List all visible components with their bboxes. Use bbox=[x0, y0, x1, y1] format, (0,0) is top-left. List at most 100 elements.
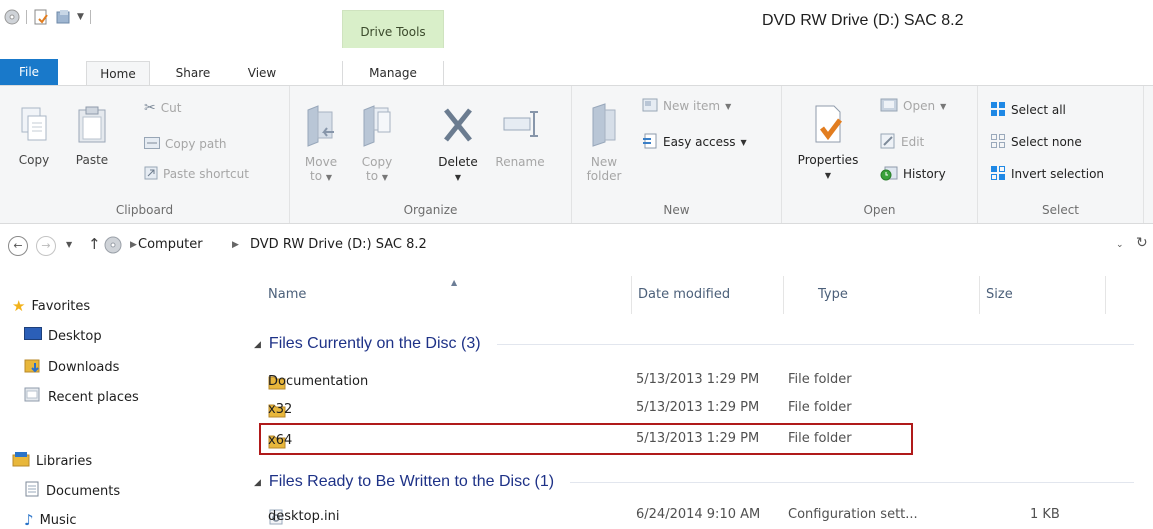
paste-button[interactable]: Paste bbox=[70, 106, 114, 167]
table-row[interactable]: x32 5/13/2013 1:29 PM File folder bbox=[260, 396, 1140, 419]
invert-selection-icon bbox=[990, 165, 1006, 184]
organize-group-label: Organize bbox=[403, 203, 458, 217]
select-all-label: Select all bbox=[1011, 103, 1066, 117]
new-folder-button[interactable]: New folder bbox=[582, 102, 626, 183]
new-group: New folder New item ▼ Easy access ▼ New bbox=[572, 86, 782, 223]
nav-music[interactable]: ♪ Music bbox=[24, 511, 77, 529]
group-header-current-files[interactable]: ◢ Files Currently on the Disc (3) bbox=[254, 332, 1134, 356]
delete-label: Delete bbox=[438, 155, 478, 169]
tab-home[interactable]: Home bbox=[86, 61, 150, 87]
new-folder-icon[interactable] bbox=[55, 9, 71, 25]
collapse-triangle-icon[interactable]: ◢ bbox=[254, 477, 261, 488]
row-type: File folder bbox=[788, 400, 852, 415]
nav-documents[interactable]: Documents bbox=[24, 481, 120, 501]
history-button[interactable]: History bbox=[880, 164, 946, 184]
disc-icon[interactable] bbox=[4, 9, 20, 25]
window-title: DVD RW Drive (D:) SAC 8.2 bbox=[762, 12, 964, 29]
edit-button[interactable]: Edit bbox=[880, 132, 924, 152]
move-to-label-2: to ▼ bbox=[310, 169, 332, 183]
paste-shortcut-button[interactable]: Paste shortcut bbox=[144, 164, 249, 184]
address-bar: ← → ▼ ↑ ▶ Computer ▶ DVD RW Drive (D:) S… bbox=[0, 230, 1153, 262]
row-type: File folder bbox=[788, 372, 852, 387]
paste-shortcut-icon bbox=[144, 166, 158, 183]
clipboard-group: Copy Paste ✂ Cut Copy path Paste shortcu… bbox=[0, 86, 290, 223]
row-name: desktop.ini bbox=[268, 509, 340, 524]
refresh-icon[interactable]: ↻ bbox=[1136, 235, 1148, 251]
breadcrumb-separator-icon[interactable]: ▶ bbox=[130, 240, 137, 250]
open-button[interactable]: Open ▼ bbox=[880, 96, 946, 116]
location-disc-icon bbox=[104, 236, 122, 258]
nav-downloads[interactable]: Downloads bbox=[24, 357, 119, 377]
edit-label: Edit bbox=[901, 135, 925, 149]
column-header-type[interactable]: Type bbox=[784, 276, 980, 314]
breadcrumb-separator-icon[interactable]: ▶ bbox=[232, 240, 239, 250]
easy-access-button[interactable]: Easy access ▼ bbox=[642, 132, 747, 152]
nav-desktop-label: Desktop bbox=[48, 328, 102, 344]
select-all-button[interactable]: Select all bbox=[990, 100, 1066, 120]
copy-path-button[interactable]: Copy path bbox=[144, 134, 227, 154]
rename-button[interactable]: Rename bbox=[492, 102, 548, 169]
column-header-date[interactable]: Date modified bbox=[632, 276, 784, 314]
highlight-box bbox=[259, 423, 913, 455]
copy-path-icon bbox=[144, 136, 160, 152]
group-divider bbox=[496, 343, 1134, 345]
paste-shortcut-label: Paste shortcut bbox=[163, 167, 249, 181]
tab-share[interactable]: Share bbox=[158, 61, 228, 86]
properties-large-icon bbox=[810, 104, 846, 149]
forward-arrow-icon[interactable]: → bbox=[36, 236, 56, 256]
file-list: Name ▲ Date modified Type Size ◢ Files C… bbox=[240, 276, 1153, 529]
desktop-icon bbox=[24, 327, 42, 345]
properties-button[interactable]: Properties ▼ bbox=[790, 104, 866, 183]
nav-desktop[interactable]: Desktop bbox=[24, 327, 102, 345]
cut-button[interactable]: ✂ Cut bbox=[144, 98, 181, 118]
copy-to-label-1: Copy bbox=[361, 155, 393, 169]
invert-selection-button[interactable]: Invert selection bbox=[990, 164, 1104, 184]
back-arrow-icon[interactable]: ← bbox=[8, 236, 28, 256]
ribbon: Copy Paste ✂ Cut Copy path Paste shortcu… bbox=[0, 85, 1153, 224]
quick-access-toolbar: ▼ bbox=[4, 6, 91, 28]
move-to-dropdown-icon: ▼ bbox=[325, 173, 333, 182]
customize-qat-icon[interactable]: ▼ bbox=[77, 12, 84, 22]
group-header-ready-files[interactable]: ◢ Files Ready to Be Written to the Disc … bbox=[254, 470, 1134, 494]
up-arrow-icon[interactable]: ↑ bbox=[88, 235, 101, 253]
recent-locations-icon[interactable]: ▼ bbox=[66, 240, 72, 249]
nav-recent-places[interactable]: Recent places bbox=[24, 387, 139, 407]
table-row[interactable]: Documentation 5/13/2013 1:29 PM File fol… bbox=[260, 368, 1140, 391]
breadcrumb-dvd-drive[interactable]: DVD RW Drive (D:) SAC 8.2 bbox=[250, 237, 427, 252]
move-to-button[interactable]: Move to ▼ bbox=[298, 102, 344, 185]
column-header-name[interactable]: Name bbox=[240, 276, 632, 314]
collapse-triangle-icon[interactable]: ◢ bbox=[254, 339, 261, 350]
drive-tools-label: Drive Tools bbox=[360, 25, 426, 39]
select-none-button[interactable]: Select none bbox=[990, 132, 1082, 152]
select-all-icon bbox=[990, 101, 1006, 120]
breadcrumb-computer[interactable]: Computer bbox=[138, 237, 203, 252]
open-group-label: Open bbox=[863, 203, 896, 217]
address-dropdown-icon[interactable]: ⌄ bbox=[1116, 240, 1124, 250]
nav-favorites[interactable]: ★ Favorites bbox=[12, 297, 90, 315]
music-icon: ♪ bbox=[24, 511, 34, 529]
delete-button[interactable]: Delete ▼ bbox=[430, 102, 486, 185]
row-size: 1 KB bbox=[1030, 507, 1060, 522]
copy-to-label-2-text: to bbox=[365, 169, 379, 183]
address-path[interactable]: ▶ Computer ▶ DVD RW Drive (D:) SAC 8.2 bbox=[104, 234, 1144, 258]
column-header-size[interactable]: Size bbox=[980, 276, 1106, 314]
properties-icon[interactable] bbox=[33, 9, 49, 25]
tab-manage[interactable]: Manage bbox=[342, 61, 444, 86]
tab-file[interactable]: File bbox=[0, 59, 58, 86]
properties-label: Properties bbox=[797, 153, 859, 167]
group-divider bbox=[570, 481, 1134, 483]
open-dropdown-icon: ▼ bbox=[940, 101, 947, 111]
copy-button[interactable]: Copy bbox=[14, 106, 54, 167]
downloads-icon bbox=[24, 357, 42, 377]
nav-libraries[interactable]: Libraries bbox=[12, 451, 92, 471]
nav-music-label: Music bbox=[39, 512, 77, 528]
column-date-label: Date modified bbox=[638, 287, 731, 302]
new-item-button[interactable]: New item ▼ bbox=[642, 96, 731, 116]
nav-recent-places-label: Recent places bbox=[48, 389, 139, 405]
libraries-icon bbox=[12, 451, 30, 471]
tab-view[interactable]: View bbox=[236, 61, 288, 86]
column-name-label: Name bbox=[268, 287, 307, 302]
table-row[interactable]: desktop.ini 6/24/2014 9:10 AM Configurat… bbox=[260, 503, 1140, 526]
copy-to-button[interactable]: Copy to ▼ bbox=[354, 102, 400, 185]
scissors-icon: ✂ bbox=[144, 100, 156, 116]
